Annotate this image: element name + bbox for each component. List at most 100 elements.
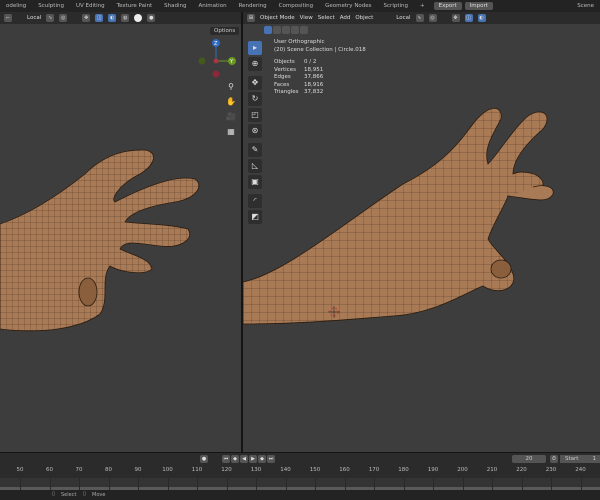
auto-keying-icon[interactable]: ● [200, 455, 208, 463]
stat-row: Objects 0 / 2 [274, 59, 366, 67]
add-cube-tool-icon[interactable]: ▣ [248, 175, 262, 189]
editor-type-icon[interactable]: ⊞ [247, 14, 255, 22]
start-frame-field[interactable]: Start 1 [560, 455, 600, 463]
pan-hand-icon[interactable]: ✋ [225, 96, 237, 108]
workspace-tab[interactable]: Compositing [273, 3, 319, 9]
workspace-tab[interactable]: Scripting [378, 3, 414, 9]
view-name: User Orthographic [274, 39, 325, 45]
snap-icon[interactable]: ∿ [46, 14, 55, 22]
measure-tool-icon[interactable]: ◺ [248, 159, 262, 173]
mode-dropdown[interactable]: Object Mode [260, 15, 295, 21]
frame-gridline [197, 478, 198, 490]
gizmo-toggle-icon[interactable]: ✥ [451, 14, 460, 22]
transform-tool-icon[interactable]: ⊛ [248, 124, 262, 138]
menu-select[interactable]: Select [318, 15, 335, 21]
export-button[interactable]: Export [433, 2, 462, 10]
solid-shading-icon[interactable] [134, 14, 143, 22]
material-shading-icon[interactable]: ● [147, 14, 156, 22]
workspace-tab[interactable]: UV Editing [70, 3, 111, 9]
workspace-tab[interactable]: Animation [193, 3, 233, 9]
wireframe-shading-icon[interactable]: ◍ [121, 14, 130, 22]
select-box-tool-icon[interactable]: ▸ [248, 41, 262, 55]
stat-value: 0 / 2 [304, 59, 317, 65]
proportional-icon[interactable]: ◎ [428, 14, 437, 22]
workspace-tab[interactable]: odeling [0, 3, 32, 9]
frame-tick: 90 [134, 467, 142, 473]
frame-gridline [20, 478, 21, 490]
xray-icon[interactable]: ◐ [477, 14, 486, 22]
toolbar: ▸ ⊕ ✥ ↻ ◰ ⊛ ✎ ◺ ▣ ◜ ◩ [248, 41, 262, 226]
stat-value: 18,916 [304, 81, 324, 88]
frame-tick: 240 [575, 467, 586, 473]
current-frame-field[interactable]: 20 [512, 455, 546, 463]
menu-view[interactable]: View [300, 15, 313, 21]
frame-gridline [580, 478, 582, 490]
workspace-tab[interactable]: Rendering [233, 3, 273, 9]
menu-add[interactable]: Add [340, 15, 351, 21]
shear-tool-icon[interactable]: ◜ [248, 194, 262, 208]
snap-icon[interactable]: ∿ [415, 14, 424, 22]
scene-selector[interactable]: Scene [571, 3, 600, 9]
transform-pivot-icon[interactable]: ⌐ [4, 14, 12, 22]
import-button[interactable]: Import [464, 2, 493, 10]
bend-tool-icon[interactable]: ◩ [248, 210, 262, 224]
play-reverse-icon[interactable]: ◀ [240, 455, 248, 463]
frame-tick: 60 [46, 467, 53, 473]
stat-label: Objects [274, 59, 295, 65]
workspace-bar: odeling Sculpting UV Editing Texture Paint S… [0, 0, 600, 12]
frame-tick: 110 [191, 467, 203, 473]
workspace-tab[interactable]: Geometry Nodes [319, 3, 377, 9]
add-workspace-button[interactable]: + [414, 3, 431, 9]
frame-tick: 190 [427, 467, 439, 473]
left-hand-mesh[interactable]: Z Y [0, 24, 241, 452]
frame-gridline [433, 478, 434, 490]
frame-tick: 130 [250, 467, 262, 473]
menu-object[interactable]: Object [355, 15, 373, 21]
prev-keyframe-icon[interactable]: ◆ [231, 455, 239, 463]
jump-start-icon[interactable]: ⏮ [222, 455, 230, 463]
stat-label: Edges [274, 74, 291, 80]
workspace-tab[interactable]: Shading [158, 3, 192, 9]
rotate-tool-icon[interactable]: ↻ [248, 92, 262, 106]
frame-gridline [138, 478, 139, 490]
scale-tool-icon[interactable]: ◰ [248, 108, 262, 122]
stat-label: Vertices [274, 66, 296, 73]
frame-tick: 100 [162, 467, 173, 473]
stopwatch-icon[interactable]: ⏱ [550, 455, 558, 463]
frame-tick: 210 [486, 467, 498, 473]
timeline-track[interactable] [0, 478, 600, 490]
orientation-dropdown[interactable]: Local [27, 15, 41, 21]
orientation-dropdown[interactable]: Local [396, 15, 410, 21]
xray-icon[interactable]: ◐ [108, 14, 117, 22]
right-viewport[interactable]: User Orthographic (20) Scene Collection … [243, 24, 600, 452]
cursor-tool-icon[interactable]: ⊕ [248, 57, 262, 71]
workspace-tab[interactable]: Sculpting [32, 3, 70, 9]
frame-tick: 50 [16, 467, 24, 473]
frame-gridline [79, 478, 80, 490]
frame-tick: 150 [309, 467, 321, 473]
zoom-icon[interactable]: ⚲ [225, 81, 237, 93]
annotate-tool-icon[interactable]: ✎ [248, 143, 262, 157]
camera-icon[interactable]: 🎥 [225, 111, 237, 123]
workspace-tab[interactable]: Texture Paint [111, 3, 159, 9]
frame-tick: 170 [368, 467, 380, 473]
proportional-icon[interactable]: ◎ [59, 14, 68, 22]
stat-row: Triangles 37,832 [274, 89, 366, 97]
mouse-left-icon: ▯ [52, 491, 55, 497]
gizmo-toggle-icon[interactable]: ✥ [82, 14, 91, 22]
frame-tick: 230 [545, 467, 557, 473]
frame-gridline [315, 478, 316, 490]
frame-gridline [403, 478, 405, 490]
left-viewport[interactable]: Options Z Y ⚲ ✋ 🎥 ▦ [0, 24, 241, 452]
play-icon[interactable]: ▶ [249, 455, 257, 463]
jump-end-icon[interactable]: ⏭ [267, 455, 275, 463]
overlay-toggle-icon[interactable]: ◫ [464, 14, 473, 22]
timeline-ruler[interactable]: 50 60 70 80 90 100 110 120 130 140 150 160 170 180 190… [0, 465, 600, 478]
next-keyframe-icon[interactable]: ◆ [258, 455, 266, 463]
perspective-grid-icon[interactable]: ▦ [225, 126, 237, 138]
frame-tick: 160 [339, 467, 350, 473]
stat-row: Faces 18,916 [274, 82, 366, 90]
right-viewport-header: ⊞ Object Mode View Select Add Object Loc… [243, 12, 600, 24]
move-tool-icon[interactable]: ✥ [248, 76, 262, 90]
overlay-toggle-icon[interactable]: ◫ [95, 14, 104, 22]
